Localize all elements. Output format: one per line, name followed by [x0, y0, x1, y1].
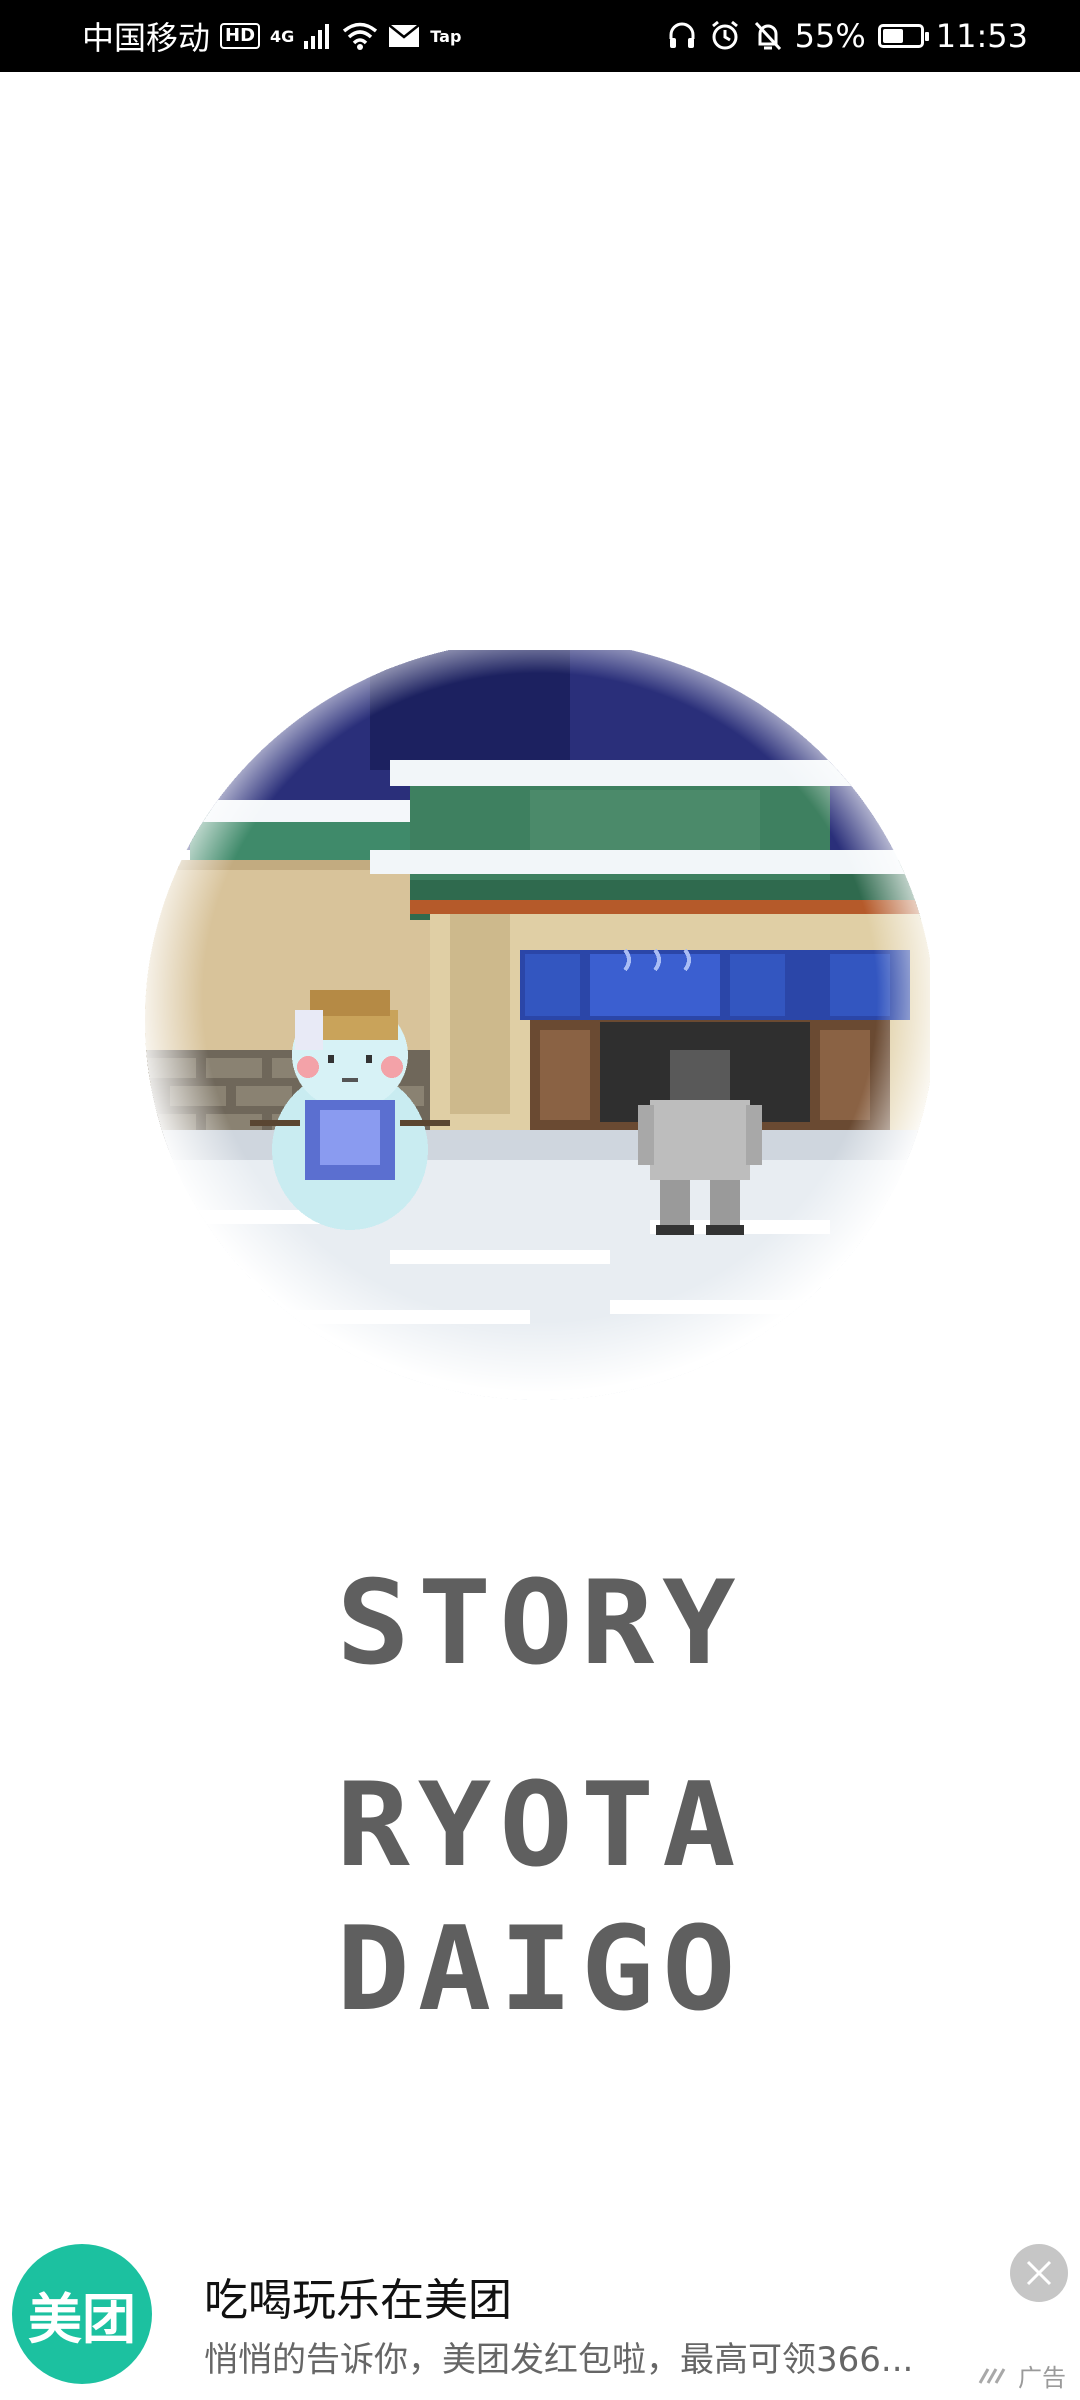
wifi-icon: [342, 22, 378, 50]
ad-close-button[interactable]: [1010, 2244, 1068, 2302]
mute-bell-icon: [753, 20, 783, 52]
status-bar: 中国移动 HD 4G Tap 55% 11:53: [0, 0, 1080, 72]
story-name-line1: RYOTA: [336, 1757, 744, 1893]
network-type: 4G: [270, 26, 295, 46]
ad-title[interactable]: 吃喝玩乐在美团: [204, 2264, 512, 2328]
story-name-line2: DAIGO: [336, 1901, 744, 2037]
ad-banner[interactable]: 美团 吃喝玩乐在美团 悄悄的告诉你，美团发红包啦，最高可领366... 广告: [0, 2220, 1080, 2400]
battery-icon: [877, 24, 929, 48]
story-title: STORY: [336, 1555, 744, 1691]
hd-badge: HD: [220, 23, 261, 49]
status-left: 中国移动 HD 4G Tap: [82, 0, 461, 72]
tap-app-label: Tap: [430, 26, 462, 46]
battery-percent: 55%: [794, 17, 866, 55]
ad-subtitle[interactable]: 悄悄的告诉你，美团发红包啦，最高可领366...: [204, 2332, 913, 2381]
close-icon: [1026, 2260, 1052, 2286]
mail-icon: [388, 24, 421, 48]
status-right: 55% 11:53: [667, 0, 1028, 72]
signal-icon: [304, 23, 332, 49]
alarm-icon: [709, 20, 741, 52]
clock: 11:53: [935, 17, 1028, 55]
ad-network-icon: [978, 2367, 1006, 2384]
meituan-logo[interactable]: 美团: [12, 2244, 152, 2384]
ad-label: 广告: [978, 2358, 1066, 2393]
carrier-label: 中国移动: [82, 19, 211, 57]
story-illustration: [130, 640, 950, 1470]
ad-tag-text: 广告: [1018, 2364, 1066, 2392]
headphones-icon: [667, 21, 697, 51]
